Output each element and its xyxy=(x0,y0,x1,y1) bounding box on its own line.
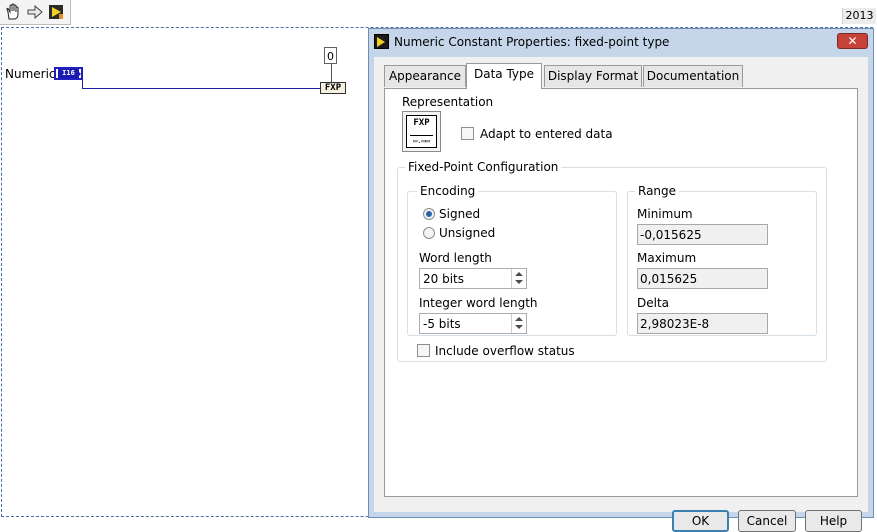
wire-segment[interactable] xyxy=(82,88,322,89)
increment-arrow-icon[interactable] xyxy=(515,317,523,321)
fxp-icon-text: FXP xyxy=(413,118,430,128)
fxp-conversion-node[interactable]: FXP xyxy=(320,82,346,94)
tab-documentation[interactable]: Documentation xyxy=(643,65,743,87)
tab-data-type[interactable]: Data Type xyxy=(466,63,542,89)
signed-radio[interactable] xyxy=(423,208,435,220)
arrow-right-icon[interactable] xyxy=(26,3,44,21)
version-label: 2013 xyxy=(842,8,876,24)
integer-word-length-stepper[interactable]: -5 bits xyxy=(419,313,527,334)
decrement-arrow-icon[interactable] xyxy=(515,280,523,284)
encoding-group: Encoding Signed Unsigned Word length 20 … xyxy=(407,184,617,336)
range-group: Range Minimum -0,015625 Maximum 0,015625… xyxy=(627,184,817,336)
encoding-title: Encoding xyxy=(417,184,479,198)
delta-field: 2,98023E-8 xyxy=(637,313,768,334)
word-length-spin-buttons[interactable] xyxy=(511,269,526,288)
signed-label: Signed xyxy=(439,207,481,221)
diagram-toolbar xyxy=(0,0,71,25)
numeric-terminal[interactable]: I16 xyxy=(54,67,83,80)
dialog-client: Appearance Data Type Display Format Docu… xyxy=(374,57,868,532)
word-length-label: Word length xyxy=(419,251,492,265)
adapt-to-data-label: Adapt to entered data xyxy=(480,127,613,141)
adapt-to-data-checkbox[interactable] xyxy=(461,127,474,140)
properties-dialog: Numeric Constant Properties: fixed-point… xyxy=(368,28,874,532)
minimum-label: Minimum xyxy=(637,207,693,221)
integer-word-length-spin-buttons[interactable] xyxy=(511,314,526,333)
representation-label: Representation xyxy=(402,95,494,109)
help-button[interactable]: Help xyxy=(805,510,862,532)
minimum-field: -0,015625 xyxy=(637,224,768,245)
ok-button[interactable]: OK xyxy=(672,510,729,532)
decrement-arrow-icon[interactable] xyxy=(515,325,523,329)
numeric-type-badge: I16 xyxy=(58,69,79,78)
include-overflow-label: Include overflow status xyxy=(435,344,575,358)
integer-word-length-label: Integer word length xyxy=(419,296,538,310)
representation-fxp-icon[interactable]: FXP ▭.▭▭ xyxy=(402,111,441,152)
increment-arrow-icon[interactable] xyxy=(515,272,523,276)
range-title: Range xyxy=(635,184,680,198)
fixed-point-config-group: Fixed-Point Configuration Encoding Signe… xyxy=(397,160,827,362)
wire-segment[interactable] xyxy=(82,73,83,88)
hand-tool-icon[interactable] xyxy=(4,3,22,21)
labview-app-icon xyxy=(374,34,389,49)
include-overflow-checkbox[interactable] xyxy=(417,344,430,357)
run-arrow-icon[interactable] xyxy=(47,3,65,21)
numeric-terminal-label: Numeric xyxy=(5,67,56,81)
word-length-value[interactable]: 20 bits xyxy=(423,272,464,286)
maximum-label: Maximum xyxy=(637,251,697,265)
close-button[interactable]: ✕ xyxy=(837,33,868,49)
constant-wire[interactable] xyxy=(331,64,332,83)
icon-divider xyxy=(410,135,433,136)
maximum-field: 0,015625 xyxy=(637,268,768,289)
cancel-button[interactable]: Cancel xyxy=(738,510,796,532)
icon-pattern: ▭.▭▭ xyxy=(413,137,430,145)
numeric-constant[interactable]: 0 xyxy=(324,47,337,64)
dialog-title: Numeric Constant Properties: fixed-point… xyxy=(394,35,670,49)
tab-appearance[interactable]: Appearance xyxy=(384,65,466,87)
word-length-stepper[interactable]: 20 bits xyxy=(419,268,527,289)
delta-label: Delta xyxy=(637,296,670,310)
terminal-output-arrow-icon xyxy=(77,70,81,78)
fixed-point-config-title: Fixed-Point Configuration xyxy=(405,160,562,174)
data-type-panel: Representation FXP ▭.▭▭ Adapt to entered… xyxy=(384,88,858,497)
unsigned-radio[interactable] xyxy=(423,227,435,239)
unsigned-label: Unsigned xyxy=(439,226,496,240)
dialog-titlebar[interactable]: Numeric Constant Properties: fixed-point… xyxy=(369,29,873,56)
tab-display-format[interactable]: Display Format xyxy=(544,65,642,87)
integer-word-length-value[interactable]: -5 bits xyxy=(423,317,461,331)
